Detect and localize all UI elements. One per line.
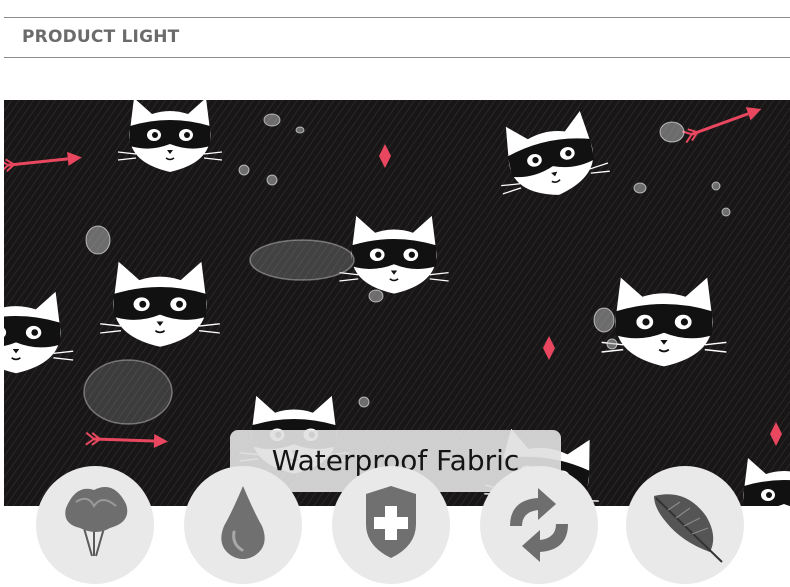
header-bottom-divider [4, 57, 790, 58]
water-drop-icon [221, 486, 265, 559]
feather-icon [654, 494, 723, 563]
feature-shield [332, 466, 450, 584]
recycle-arrows-icon [510, 488, 568, 562]
feature-water-drop [184, 466, 302, 584]
section-title: PRODUCT LIGHT [22, 27, 180, 47]
shield-cross-icon [366, 486, 416, 558]
fabric-pattern-image: Waterproof Fabric [4, 100, 790, 506]
feature-recycle [480, 466, 598, 584]
header-top-divider [4, 17, 790, 18]
product-page: PRODUCT LIGHT Waterproof Fabric [0, 0, 790, 587]
feature-feather [626, 466, 744, 584]
feather-duster-icon [65, 487, 128, 557]
feature-feather-duster [36, 466, 154, 584]
